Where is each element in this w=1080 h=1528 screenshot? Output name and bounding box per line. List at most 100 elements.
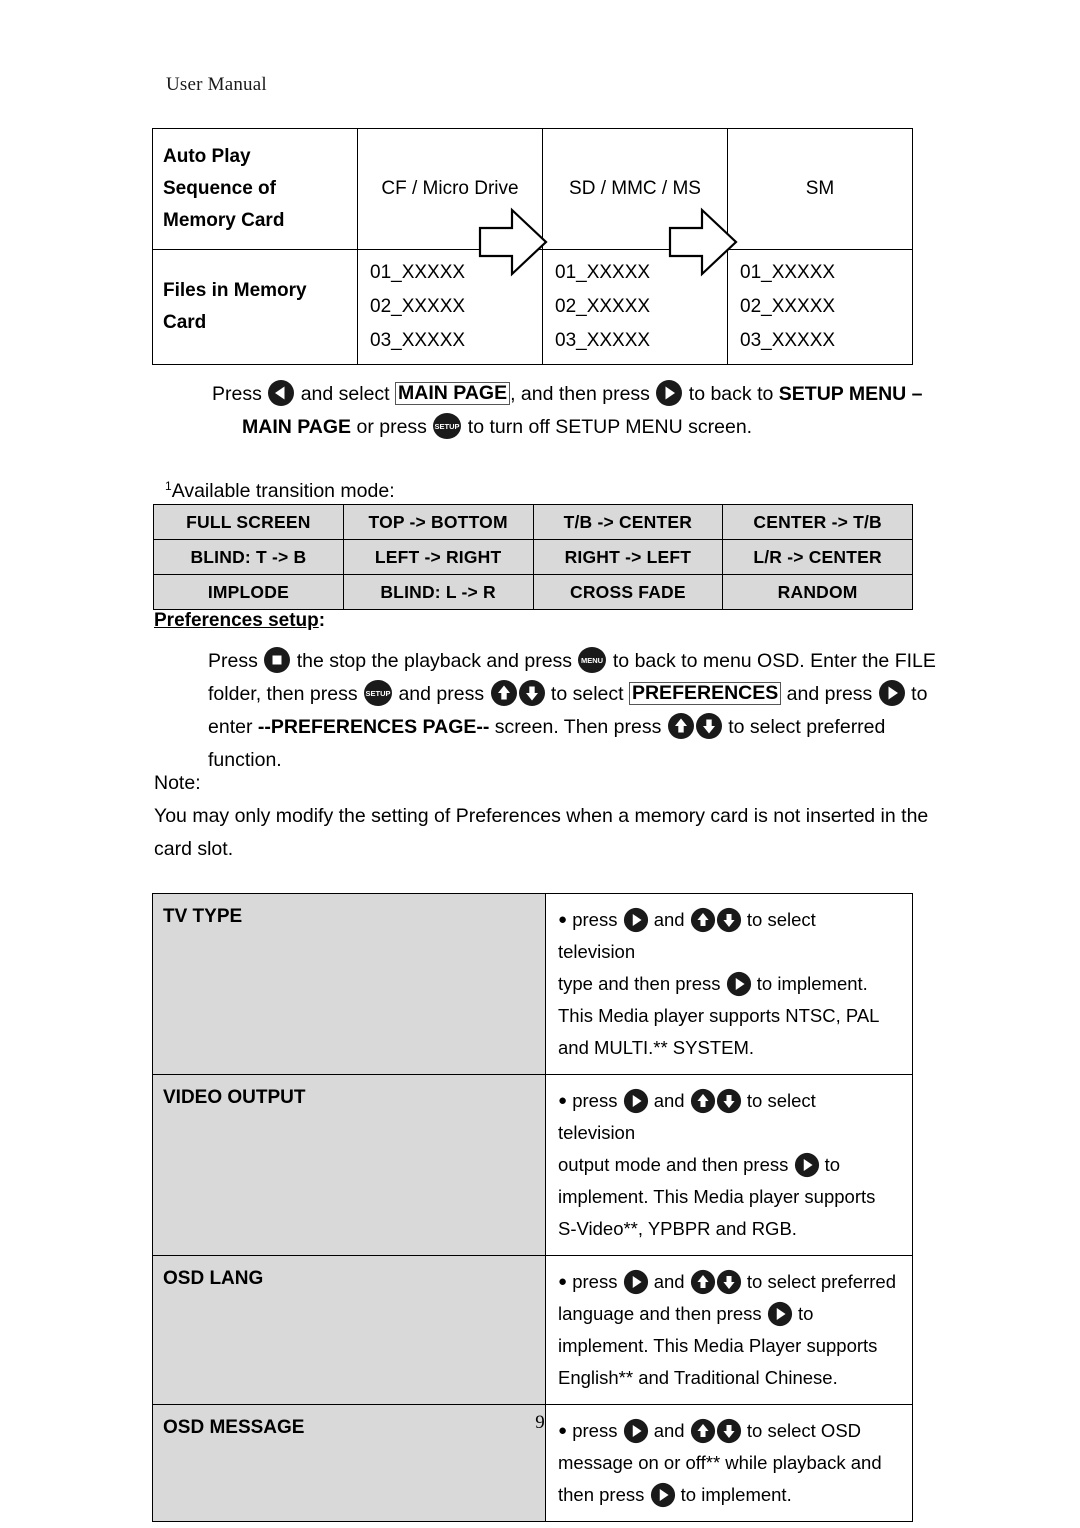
file-item: 02_XXXXX <box>370 296 466 317</box>
autoplay-table: Auto Play Sequence of Memory Card CF / M… <box>152 128 913 365</box>
right-arrow-button-icon[interactable] <box>767 1301 793 1327</box>
para-text: enter <box>208 716 253 738</box>
label-line: Memory Card <box>163 210 285 231</box>
up-arrow-button-icon[interactable] <box>690 1088 716 1114</box>
note-block: Note: You may only modify the setting of… <box>154 767 934 866</box>
para-text: Press <box>208 650 258 672</box>
desc-text: press <box>572 909 618 930</box>
para-text: and press <box>398 683 485 705</box>
preferences-chip[interactable]: PREFERENCES <box>628 682 782 705</box>
down-arrow-button-icon[interactable] <box>716 1269 742 1295</box>
para-text: to select <box>550 683 624 705</box>
right-arrow-button-icon[interactable] <box>623 907 649 933</box>
down-arrow-button-icon[interactable] <box>716 907 742 933</box>
para-text: the stop the playback and press <box>296 650 573 672</box>
desc-line: implement. This Media player supports <box>558 1186 876 1207</box>
para-text: to turn off SETUP MENU screen. <box>467 416 753 438</box>
right-arrow-button-icon[interactable] <box>655 379 683 407</box>
transition-cell: RIGHT -> LEFT <box>532 539 724 575</box>
preference-desc-tv-type: ● press and to select television type an… <box>545 893 913 1075</box>
desc-text: to <box>824 1154 841 1175</box>
desc-line: ● press and to select television <box>558 904 898 968</box>
left-arrow-button-icon[interactable] <box>267 379 295 407</box>
desc-text: to implement. <box>756 973 868 994</box>
card-type-sm: SM <box>727 128 913 250</box>
note-body: You may only modify the setting of Prefe… <box>154 805 929 860</box>
down-arrow-button-icon[interactable] <box>716 1088 742 1114</box>
file-item: 01_XXXXX <box>740 262 836 283</box>
transition-cell: CROSS FADE <box>532 574 724 610</box>
desc-text: type and then press <box>558 973 721 994</box>
table-row: Auto Play Sequence of Memory Card CF / M… <box>152 128 913 250</box>
desc-text: press <box>572 1090 618 1111</box>
file-list-cf: 01_XXXXX 02_XXXXX 03_XXXXX <box>357 249 543 365</box>
table-row: BLIND: T -> B LEFT -> RIGHT RIGHT -> LEF… <box>153 539 913 575</box>
main-page-chip[interactable]: MAIN PAGE <box>395 382 511 405</box>
up-arrow-button-icon[interactable] <box>690 1269 716 1295</box>
heading-colon: : <box>318 610 326 631</box>
table-row: Files in Memory Card 01_XXXXX 02_XXXXX 0… <box>152 249 913 365</box>
desc-line: output mode and then press to <box>558 1149 898 1181</box>
up-arrow-button-icon[interactable] <box>490 679 518 707</box>
table-row: FULL SCREEN TOP -> BOTTOM T/B -> CENTER … <box>153 504 913 540</box>
setup-button-icon[interactable]: SETUP <box>363 679 393 707</box>
card-type-cf: CF / Micro Drive <box>357 128 543 250</box>
para-text: and select <box>300 383 390 405</box>
bullet-icon: ● <box>558 1273 568 1290</box>
para-text: and press <box>786 683 873 705</box>
right-arrow-button-icon[interactable] <box>650 1482 676 1508</box>
desc-text: and <box>653 1271 685 1292</box>
file-item: 02_XXXXX <box>555 296 651 317</box>
transition-cell: L/R -> CENTER <box>722 539 913 575</box>
desc-text: to select preferred <box>746 1271 896 1292</box>
up-arrow-button-icon[interactable] <box>690 907 716 933</box>
desc-line: and MULTI.** SYSTEM. <box>558 1037 755 1058</box>
setup-button-icon[interactable]: SETUP <box>432 412 462 440</box>
label-line: Auto Play <box>163 146 251 167</box>
down-arrow-button-icon[interactable] <box>695 712 723 740</box>
right-arrow-button-icon[interactable] <box>623 1269 649 1295</box>
main-page-label: MAIN PAGE <box>242 416 352 438</box>
transition-cell: CENTER -> T/B <box>722 504 913 540</box>
desc-text: and <box>653 1090 685 1111</box>
label-line: Sequence of <box>163 178 276 199</box>
transition-cell: RANDOM <box>722 574 913 610</box>
para-text: screen. Then press <box>494 716 662 738</box>
right-arrow-button-icon[interactable] <box>726 971 752 997</box>
transition-cell: FULL SCREEN <box>153 504 344 540</box>
file-list-sm: 01_XXXXX 02_XXXXX 03_XXXXX <box>727 249 913 365</box>
desc-line: language and then press to <box>558 1298 898 1330</box>
desc-text: to <box>797 1303 814 1324</box>
transition-cell: T/B -> CENTER <box>532 504 724 540</box>
page-header: User Manual <box>166 74 267 95</box>
table-row: OSD LANG ● press and to select preferred <box>152 1255 913 1405</box>
desc-text: language and then press <box>558 1303 762 1324</box>
para-text: to <box>911 683 928 705</box>
note-text: Available transition mode: <box>171 480 395 502</box>
preference-name-tv-type: TV TYPE <box>152 893 546 1075</box>
up-arrow-button-icon[interactable] <box>667 712 695 740</box>
desc-text: press <box>572 1271 618 1292</box>
transition-cell: BLIND: T -> B <box>153 539 344 575</box>
desc-line: English** and Traditional Chinese. <box>558 1367 838 1388</box>
table-row: TV TYPE ● press and to select television <box>152 893 913 1075</box>
stop-button-icon[interactable] <box>263 646 291 674</box>
autoplay-row-label: Auto Play Sequence of Memory Card <box>152 128 358 250</box>
right-arrow-button-icon[interactable] <box>794 1152 820 1178</box>
desc-line: implement. This Media Player supports <box>558 1335 878 1356</box>
desc-line: S-Video**, YPBPR and RGB. <box>558 1218 797 1239</box>
para-text: , and then press <box>510 383 650 405</box>
main-page-paragraph: Press and select MAIN PAGE, and then pre… <box>212 378 932 444</box>
down-arrow-button-icon[interactable] <box>518 679 546 707</box>
file-list-sd: 01_XXXXX 02_XXXXX 03_XXXXX <box>542 249 728 365</box>
menu-button-icon[interactable]: MENU <box>577 646 607 674</box>
desc-line: ● press and to select preferred <box>558 1266 898 1298</box>
right-arrow-button-icon[interactable] <box>878 679 906 707</box>
para-text: to back to <box>688 383 774 405</box>
transition-cell: BLIND: L -> R <box>342 574 534 610</box>
svg-text:SETUP: SETUP <box>366 689 391 698</box>
right-arrow-button-icon[interactable] <box>623 1088 649 1114</box>
file-item: 01_XXXXX <box>370 262 466 283</box>
preference-desc-osd-lang: ● press and to select preferred language… <box>545 1255 913 1405</box>
label-line: Card <box>163 312 207 333</box>
